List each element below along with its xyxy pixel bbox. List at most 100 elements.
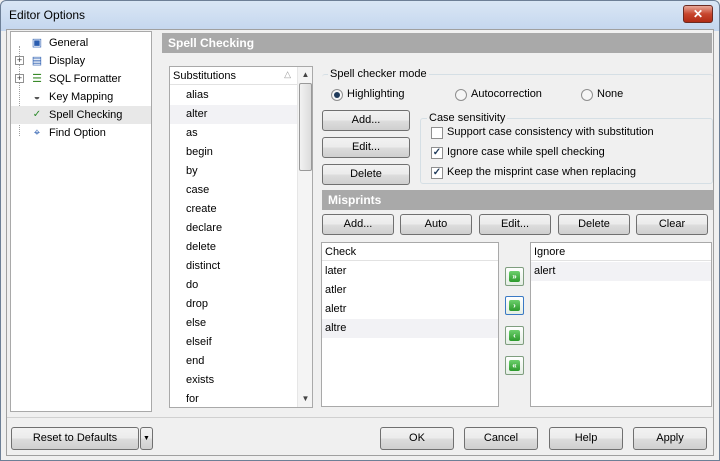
spell-checking-icon: ✓ xyxy=(32,109,42,120)
substitutions-header[interactable]: Substitutions △ xyxy=(170,67,297,85)
tree-item-sql-formatter[interactable]: + ☰ SQL Formatter xyxy=(11,70,151,88)
footer-divider xyxy=(7,417,713,418)
list-item[interactable]: later xyxy=(322,262,498,281)
misprints-header: Misprints xyxy=(322,190,713,210)
radio-dot xyxy=(455,89,467,101)
tree-item-label: Find Option xyxy=(49,127,106,139)
tree-item-label: Spell Checking xyxy=(49,109,123,121)
editor-options-window: Editor Options ✕ ▣ General + ▤ Display +… xyxy=(0,0,720,461)
misprint-add-button[interactable]: Add... xyxy=(322,214,394,235)
list-item[interactable]: by xyxy=(170,162,297,181)
spell-checker-mode-title: Spell checker mode xyxy=(328,68,429,80)
expand-icon[interactable]: + xyxy=(15,74,24,83)
section-title: Spell Checking xyxy=(168,36,255,50)
misprint-delete-button[interactable]: Delete xyxy=(558,214,630,235)
list-item[interactable]: for xyxy=(170,390,297,407)
list-item[interactable]: else xyxy=(170,314,297,333)
list-item[interactable]: distinct xyxy=(170,257,297,276)
ignore-header-label: Ignore xyxy=(534,246,566,258)
ok-button[interactable]: OK xyxy=(380,427,454,450)
substitutions-scrollbar[interactable]: ▲ ▼ xyxy=(297,67,312,407)
list-item[interactable]: declare xyxy=(170,219,297,238)
close-icon: ✕ xyxy=(692,7,704,21)
arrow-right-icon: › xyxy=(509,300,520,311)
tree-item-general[interactable]: ▣ General xyxy=(11,34,151,52)
move-all-left-button[interactable]: « xyxy=(505,356,524,375)
list-item[interactable]: begin xyxy=(170,143,297,162)
list-item[interactable]: as xyxy=(170,124,297,143)
sort-icon: △ xyxy=(284,69,291,79)
button-label: Reset to Defaults xyxy=(32,432,118,444)
case-sensitivity-title: Case sensitivity xyxy=(427,112,508,124)
button-label: Add... xyxy=(351,114,381,126)
dialog-client: ▣ General + ▤ Display + ☰ SQL Formatter … xyxy=(6,29,714,456)
tree-item-find-option[interactable]: ⌖ Find Option xyxy=(11,124,151,142)
checkbox-box: ✓ xyxy=(431,167,443,179)
radio-label: Highlighting xyxy=(347,88,405,100)
scroll-thumb[interactable] xyxy=(299,83,312,171)
help-button[interactable]: Help xyxy=(549,427,623,450)
radio-dot xyxy=(581,89,593,101)
check-list[interactable]: Check later atler aletr altre xyxy=(321,242,499,407)
button-label: Edit... xyxy=(500,218,530,230)
misprint-clear-button[interactable]: Clear xyxy=(636,214,708,235)
tree-item-label: General xyxy=(49,37,89,49)
find-option-icon: ⌖ xyxy=(33,127,41,139)
list-item[interactable]: create xyxy=(170,200,297,219)
substitution-edit-button[interactable]: Edit... xyxy=(322,137,410,158)
list-item[interactable]: drop xyxy=(170,295,297,314)
apply-button[interactable]: Apply xyxy=(633,427,707,450)
substitution-delete-button[interactable]: Delete xyxy=(322,164,410,185)
tree-item-spell-checking[interactable]: ✓ Spell Checking xyxy=(11,106,151,124)
tree-item-label: SQL Formatter xyxy=(49,73,122,85)
list-item[interactable]: altre xyxy=(322,319,498,338)
ignore-list[interactable]: Ignore alert xyxy=(530,242,712,407)
list-item[interactable]: do xyxy=(170,276,297,295)
title-bar: Editor Options ✕ xyxy=(1,1,719,29)
list-item[interactable]: exists xyxy=(170,371,297,390)
ignore-header[interactable]: Ignore xyxy=(531,243,711,261)
general-icon: ▣ xyxy=(31,37,43,49)
close-button[interactable]: ✕ xyxy=(683,5,713,23)
move-all-right-button[interactable]: » xyxy=(505,267,524,286)
list-item[interactable]: alert xyxy=(531,262,711,281)
misprint-edit-button[interactable]: Edit... xyxy=(479,214,551,235)
button-label: Clear xyxy=(658,218,686,230)
scroll-down-icon[interactable]: ▼ xyxy=(298,391,312,406)
checkbox-label: Keep the misprint case when replacing xyxy=(447,166,636,178)
reset-to-defaults-button[interactable]: Reset to Defaults xyxy=(11,427,139,450)
tree-item-label: Display xyxy=(49,55,86,67)
list-item[interactable]: alter xyxy=(170,105,297,124)
list-item[interactable]: atler xyxy=(322,281,498,300)
checkbox-box xyxy=(431,127,443,139)
section-header: Spell Checking xyxy=(162,33,712,53)
expand-icon[interactable]: + xyxy=(15,56,24,65)
list-item[interactable]: elseif xyxy=(170,333,297,352)
button-label: OK xyxy=(409,432,425,444)
cancel-button[interactable]: Cancel xyxy=(464,427,538,450)
spell-checker-mode-group: Spell checker mode Highlighting Autocorr… xyxy=(322,68,713,108)
key-mapping-icon: ◒ xyxy=(33,91,41,103)
reset-dropdown-button[interactable]: ▼ xyxy=(140,427,153,450)
sql-formatter-icon: ☰ xyxy=(32,73,42,85)
tree-item-display[interactable]: + ▤ Display xyxy=(11,52,151,70)
scroll-up-icon[interactable]: ▲ xyxy=(298,67,312,82)
button-label: Cancel xyxy=(483,432,519,444)
substitution-add-button[interactable]: Add... xyxy=(322,110,410,131)
list-item[interactable]: delete xyxy=(170,238,297,257)
tree-item-key-mapping[interactable]: ◒ Key Mapping xyxy=(11,88,151,106)
case-sensitivity-group: Case sensitivity Support case consistenc… xyxy=(420,112,713,184)
list-item[interactable]: aletr xyxy=(322,300,498,319)
arrow-left-icon: ‹ xyxy=(509,330,520,341)
check-header-label: Check xyxy=(325,246,357,258)
misprint-auto-button[interactable]: Auto xyxy=(400,214,472,235)
list-item[interactable]: case xyxy=(170,181,297,200)
move-left-button[interactable]: ‹ xyxy=(505,326,524,345)
button-label: Edit... xyxy=(351,141,381,153)
radio-label: None xyxy=(597,88,624,100)
list-item[interactable]: end xyxy=(170,352,297,371)
check-header[interactable]: Check xyxy=(322,243,498,261)
move-right-button[interactable]: › xyxy=(505,296,524,315)
list-item[interactable]: alias xyxy=(170,86,297,105)
substitutions-list[interactable]: Substitutions △ alias alter as begin by case c… xyxy=(169,66,313,408)
